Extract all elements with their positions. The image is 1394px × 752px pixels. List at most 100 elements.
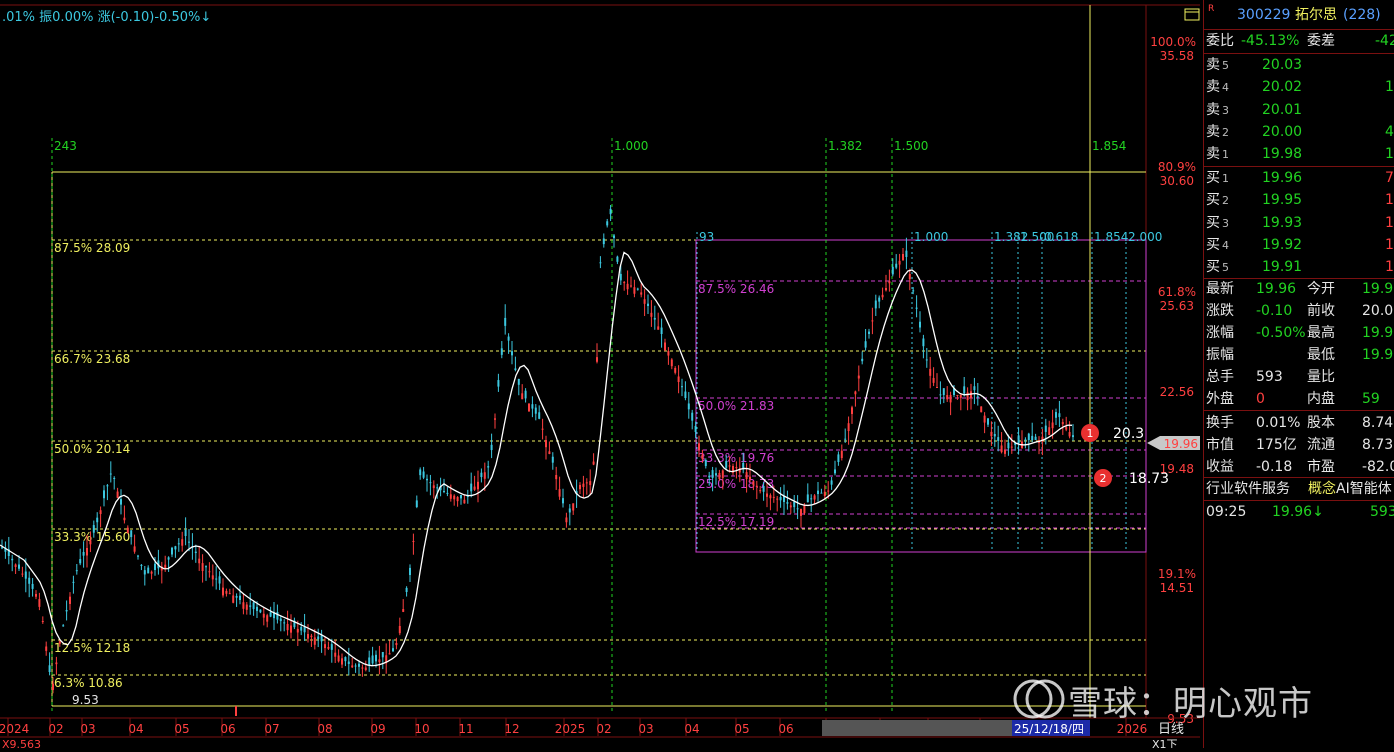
sell-row[interactable]: 卖4 20.02 13 <box>1204 76 1394 98</box>
sell-price: 20.01 <box>1262 101 1303 118</box>
candle-body <box>218 576 221 584</box>
stat-label: 内盘 <box>1307 391 1335 407</box>
candle-body <box>201 563 204 571</box>
candle-body <box>959 394 962 398</box>
buy-row[interactable]: 买 4 19.92 1 <box>1204 234 1394 256</box>
sell-row[interactable]: 卖 5 20.03 <box>1204 54 1394 76</box>
candle-body <box>643 299 646 304</box>
candle-body <box>426 478 428 481</box>
candle-body <box>242 602 245 609</box>
weicha-value: -42 <box>1375 33 1394 49</box>
x-axis-label: 07 <box>264 722 279 736</box>
candle-body <box>769 495 772 499</box>
stock-count: (228) <box>1343 7 1381 23</box>
stat-value: 19.96 <box>1256 281 1297 297</box>
candle-body <box>463 499 466 504</box>
fib-level-label: 12.5% 12.18 <box>54 641 130 655</box>
buy-row[interactable]: 买 5 19.91 1 <box>1204 256 1394 278</box>
candle-body <box>65 609 68 612</box>
candle-body <box>28 577 31 584</box>
candle-body <box>477 481 479 490</box>
candle-body <box>470 483 473 492</box>
candle-body <box>205 566 207 568</box>
weibi-row: 委比 -45.13% 委差 -42 <box>1204 30 1394 52</box>
candle-body <box>313 637 316 645</box>
candle-body <box>636 288 639 290</box>
candle-body <box>228 593 231 595</box>
panel-r-mark: R <box>1208 4 1215 14</box>
candle-body <box>517 378 520 385</box>
candle-body <box>919 321 921 328</box>
sell-index: 5 <box>1222 59 1229 72</box>
candle-body <box>1024 439 1027 441</box>
candle-body <box>96 517 99 523</box>
buy-row[interactable]: 买2 19.95 11 <box>1204 189 1394 211</box>
fib-level-label: 6.3% 10.86 <box>54 676 123 690</box>
candle-body <box>623 282 626 284</box>
stat-value: -82.0 <box>1362 459 1394 475</box>
sell-row[interactable]: 卖 1 19.98 1 <box>1204 143 1394 165</box>
stat-value: 8.74 <box>1362 415 1394 431</box>
concept-value[interactable]: AI智能体 <box>1336 478 1392 500</box>
stat-value: 175亿 <box>1256 437 1297 453</box>
candle-body <box>538 412 541 419</box>
candle-body <box>344 657 347 662</box>
sell-row[interactable]: 卖 2 20.00 4 <box>1204 121 1394 143</box>
candle-body <box>708 475 711 478</box>
x-axis-label: 02 <box>48 722 63 736</box>
stat-value: 20.0 <box>1362 303 1394 319</box>
buy-price: 19.92 <box>1262 236 1303 253</box>
buy-row[interactable]: 买 1 19.96 7 <box>1204 167 1394 189</box>
marker-2-num: 2 <box>1100 472 1107 485</box>
sell-row[interactable]: 卖 3 20.01 <box>1204 99 1394 121</box>
candle-body <box>123 517 126 521</box>
candle-body <box>334 652 337 657</box>
candle-body <box>324 644 326 649</box>
candle-body <box>140 564 143 566</box>
candle-body <box>1031 435 1034 440</box>
candle-body <box>565 517 568 523</box>
x-axis-label: 10 <box>414 722 429 736</box>
candle-body <box>286 623 289 631</box>
industry-value[interactable]: 软件服务 <box>1234 478 1290 500</box>
candle-body <box>347 661 350 664</box>
candle-body <box>402 609 405 612</box>
candle-body <box>511 351 513 356</box>
x-axis-label: 05 <box>174 722 189 736</box>
axis-price-label: 30.60 <box>1160 174 1194 188</box>
stat-row: 总手 593 量比 <box>1204 366 1394 388</box>
candle-body <box>752 481 755 486</box>
candle-body <box>14 564 17 568</box>
stock-code[interactable]: 300229 <box>1237 4 1290 26</box>
stat-row: 涨跌 -0.10 前收 20.0 <box>1204 300 1394 322</box>
candle-body <box>21 573 24 575</box>
fib-small-label: 87.5% 26.46 <box>698 282 774 296</box>
candle-body <box>667 351 670 356</box>
kline-chart-canvas[interactable]: .01% 振0.00% 涨(-0.10)-0.50%↓ 100.0%35.58 8… <box>0 0 1200 751</box>
buy-row[interactable]: 买3 19.93 10 <box>1204 212 1394 234</box>
candle-body <box>24 571 27 579</box>
fib-level-label: 66.7% 23.68 <box>54 352 130 366</box>
x-axis-label: 06 <box>220 722 235 736</box>
stat-value: 593 <box>1256 369 1283 385</box>
x-axis-label: 04 <box>684 722 699 736</box>
current-price-tag-label: 19.96 <box>1164 437 1198 451</box>
candle-body <box>650 312 653 317</box>
candle-body <box>864 341 867 348</box>
candle-body <box>133 546 136 552</box>
stat-value: 59 <box>1362 391 1380 407</box>
candle-body <box>409 567 411 575</box>
sell-index: 4 <box>1222 81 1229 95</box>
candle-body <box>188 541 190 543</box>
candle-body <box>558 489 561 497</box>
candle-body <box>82 551 85 556</box>
candle-body <box>412 541 415 542</box>
kline-chart[interactable]: .01% 振0.00% 涨(-0.10)-0.50%↓ 100.0% 35.58 8… <box>0 0 1200 751</box>
sell-volume: 13 <box>1385 79 1394 96</box>
buy-index: 1 <box>1222 172 1229 185</box>
stock-name[interactable]: 拓尔思 <box>1295 4 1337 26</box>
candle-body <box>167 557 170 560</box>
scroll-thumb[interactable] <box>822 720 1012 736</box>
industry-row[interactable]: 行业 软件服务 概念 AI智能体 <box>1204 478 1394 500</box>
candle-body <box>490 444 493 451</box>
